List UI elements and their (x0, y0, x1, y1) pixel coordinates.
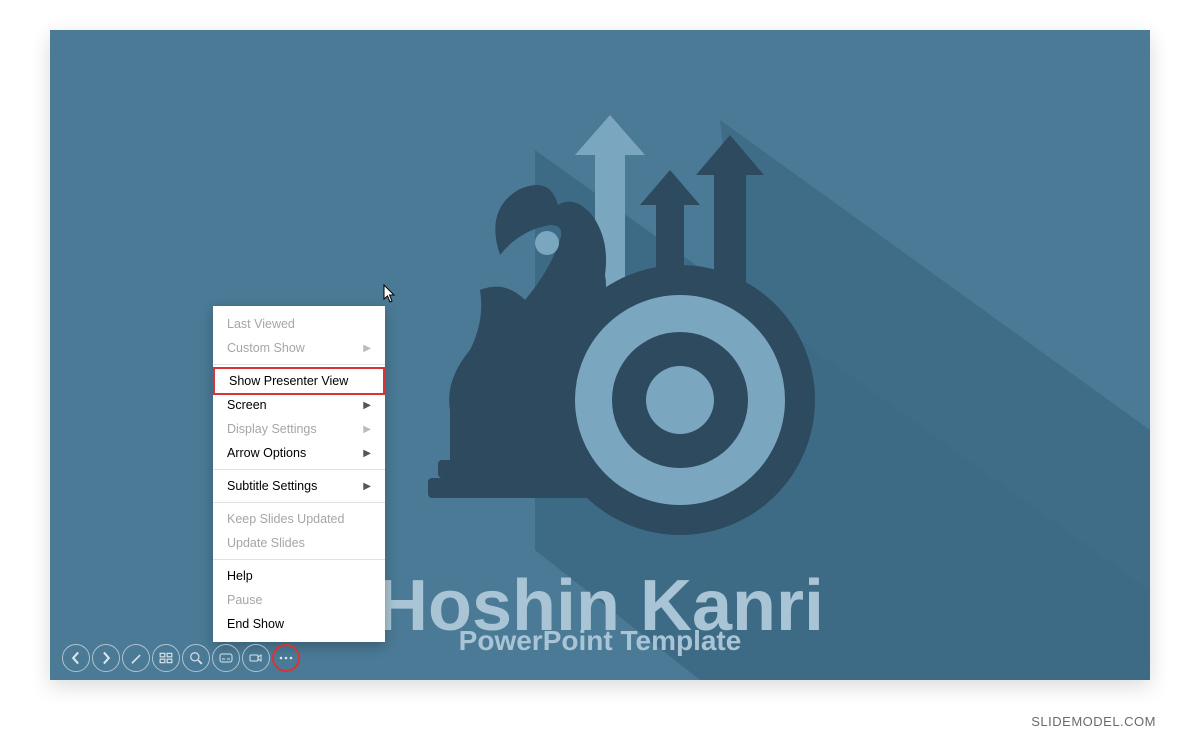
grid-icon (159, 651, 173, 665)
magnifier-icon (189, 651, 203, 665)
zoom-button[interactable] (182, 644, 210, 672)
more-icon (279, 651, 293, 665)
menu-help[interactable]: Help (213, 564, 385, 588)
menu-display-settings: Display Settings ▶ (213, 417, 385, 441)
subtitle-toggle-button[interactable] (212, 644, 240, 672)
chevron-left-icon (69, 651, 83, 665)
menu-label: Keep Slides Updated (227, 512, 344, 526)
pen-icon (129, 651, 143, 665)
menu-label: Display Settings (227, 422, 317, 436)
presentation-slide: Hoshin Kanri PowerPoint Template Last Vi… (50, 30, 1150, 680)
menu-separator (213, 364, 385, 365)
menu-end-show[interactable]: End Show (213, 612, 385, 636)
menu-label: End Show (227, 617, 284, 631)
menu-label: Arrow Options (227, 446, 306, 460)
chevron-right-icon: ▶ (363, 448, 371, 459)
menu-label: Screen (227, 398, 267, 412)
next-slide-button[interactable] (92, 644, 120, 672)
menu-show-presenter-view[interactable]: Show Presenter View (213, 367, 385, 395)
more-options-button[interactable] (272, 644, 300, 672)
menu-pause: Pause (213, 588, 385, 612)
chevron-right-icon: ▶ (363, 424, 371, 435)
menu-label: Custom Show (227, 341, 305, 355)
menu-update-slides: Update Slides (213, 531, 385, 555)
camera-button[interactable] (242, 644, 270, 672)
chevron-right-icon: ▶ (363, 343, 371, 354)
menu-label: Show Presenter View (229, 374, 348, 388)
menu-separator (213, 502, 385, 503)
prev-slide-button[interactable] (62, 644, 90, 672)
menu-label: Help (227, 569, 253, 583)
pen-tool-button[interactable] (122, 644, 150, 672)
chevron-right-icon: ▶ (363, 481, 371, 492)
chevron-right-icon: ▶ (363, 400, 371, 411)
watermark: SLIDEMODEL.COM (1031, 714, 1156, 729)
menu-label: Last Viewed (227, 317, 295, 331)
chevron-right-icon (99, 651, 113, 665)
menu-label: Update Slides (227, 536, 305, 550)
slideshow-toolbar (62, 644, 300, 672)
see-all-slides-button[interactable] (152, 644, 180, 672)
menu-keep-slides-updated: Keep Slides Updated (213, 507, 385, 531)
slide-subtitle: PowerPoint Template (459, 625, 742, 657)
menu-screen[interactable]: Screen ▶ (213, 393, 385, 417)
slideshow-context-menu: Last Viewed Custom Show ▶ Show Presenter… (213, 306, 385, 642)
screenshot-frame: Hoshin Kanri PowerPoint Template Last Vi… (50, 30, 1150, 680)
menu-label: Pause (227, 593, 262, 607)
camera-icon (249, 651, 263, 665)
menu-separator (213, 469, 385, 470)
menu-subtitle-settings[interactable]: Subtitle Settings ▶ (213, 474, 385, 498)
menu-label: Subtitle Settings (227, 479, 317, 493)
menu-arrow-options[interactable]: Arrow Options ▶ (213, 441, 385, 465)
menu-last-viewed: Last Viewed (213, 312, 385, 336)
menu-custom-show: Custom Show ▶ (213, 336, 385, 360)
subtitle-icon (219, 651, 233, 665)
menu-separator (213, 559, 385, 560)
